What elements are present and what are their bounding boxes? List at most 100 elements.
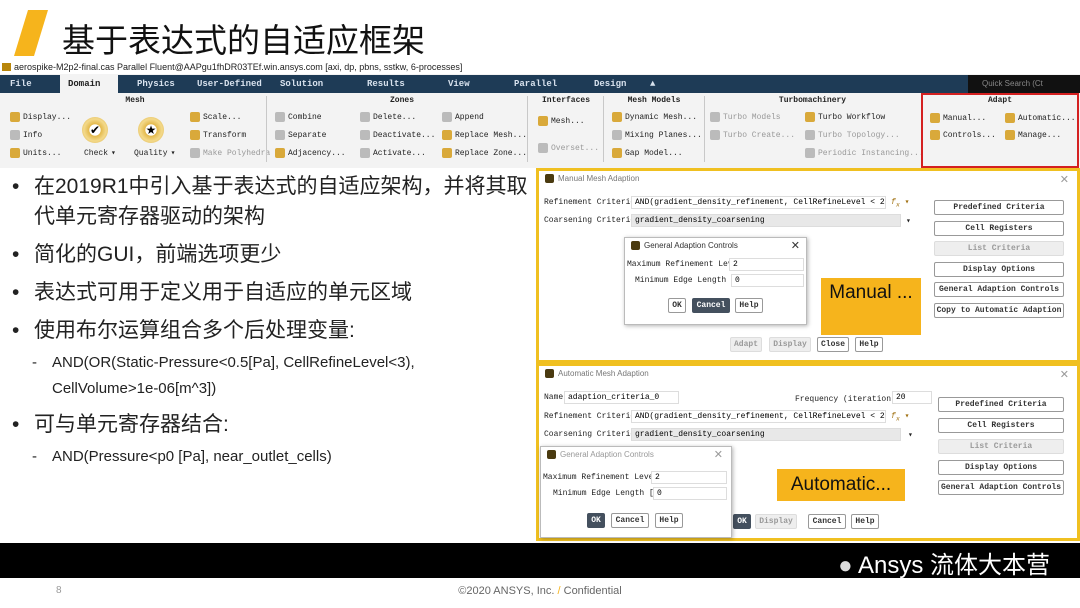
min-edge-length-input[interactable]: 0 xyxy=(653,487,727,500)
name-input[interactable]: adaption_criteria_0 xyxy=(564,391,679,404)
copy-to-automatic-button[interactable]: Copy to Automatic Adaption xyxy=(934,303,1064,318)
close-icon[interactable]: ✕ xyxy=(714,448,723,461)
tab-view[interactable]: View xyxy=(448,75,470,93)
tab-physics[interactable]: Physics xyxy=(137,75,175,93)
make-polyhedra-button[interactable]: Make Polyhedra xyxy=(190,148,270,158)
name-label: Name xyxy=(544,393,564,402)
turbo-models-checkbox[interactable]: Turbo Models xyxy=(710,112,781,122)
dropdown-arrow-icon[interactable]: ▾ xyxy=(906,216,911,226)
turbo-topology-button[interactable]: Turbo Topology... xyxy=(805,130,900,140)
label: Overset... xyxy=(551,143,600,153)
display-options-button[interactable]: Display Options xyxy=(938,460,1064,475)
tab-solution[interactable]: Solution xyxy=(280,75,323,93)
ansys-slash-logo xyxy=(14,10,48,56)
mixing-planes-button[interactable]: Mixing Planes... xyxy=(612,130,702,140)
display-button[interactable]: Display xyxy=(769,337,811,352)
predefined-criteria-button[interactable]: Predefined Criteria xyxy=(934,200,1064,215)
coarsening-criterion-select[interactable]: gradient_density_coarsening xyxy=(631,214,901,227)
title-text: General Adaption Controls xyxy=(560,450,654,459)
max-refinement-spinner[interactable]: 2 xyxy=(729,258,804,271)
collapse-ribbon-icon[interactable]: ▲ xyxy=(650,75,655,93)
close-icon[interactable]: ✕ xyxy=(1060,173,1069,186)
dynamic-mesh-button[interactable]: Dynamic Mesh... xyxy=(612,112,697,122)
help-button[interactable]: Help xyxy=(735,298,763,313)
adapt-manage-button[interactable]: Manage... xyxy=(1005,130,1061,140)
display-button[interactable]: Display... xyxy=(10,112,71,122)
cancel-button[interactable]: Cancel xyxy=(611,513,649,528)
adapt-controls-button[interactable]: Controls... xyxy=(930,130,996,140)
tab-design[interactable]: Design xyxy=(594,75,626,93)
label: Deactivate... xyxy=(373,130,436,140)
check-button[interactable]: Check ▾ xyxy=(84,148,116,159)
periodic-instancing-button[interactable]: Periodic Instancing... xyxy=(805,148,924,158)
tab-results[interactable]: Results xyxy=(367,75,405,93)
activate-button[interactable]: Activate... xyxy=(360,148,426,158)
ok-button[interactable]: OK xyxy=(587,513,605,528)
display-options-button[interactable]: Display Options xyxy=(934,262,1064,277)
list-criteria-button[interactable]: List Criteria xyxy=(938,439,1064,454)
turbo-workflow-button[interactable]: Turbo Workflow xyxy=(805,112,885,122)
adapt-automatic-button[interactable]: Automatic... xyxy=(1005,113,1076,123)
general-adaption-controls-button[interactable]: General Adaption Controls xyxy=(934,282,1064,297)
gap-model-button[interactable]: Gap Model... xyxy=(612,148,683,158)
combine-button[interactable]: Combine xyxy=(275,112,322,122)
replace-zone-button[interactable]: Replace Zone... xyxy=(442,148,527,158)
quick-search-input[interactable]: Quick Search (Ct xyxy=(968,75,1080,93)
help-button[interactable]: Help xyxy=(851,514,879,529)
adapt-button[interactable]: Adapt xyxy=(730,337,762,352)
dynamic-mesh-icon xyxy=(612,112,622,122)
dropdown-arrow-icon[interactable]: ▾ xyxy=(908,430,913,440)
frequency-spinner[interactable]: 20 xyxy=(892,391,932,404)
close-icon[interactable]: ✕ xyxy=(1060,368,1069,381)
scale-button[interactable]: Scale... xyxy=(190,112,241,122)
display-button[interactable]: Display xyxy=(755,514,797,529)
general-adaption-controls-button[interactable]: General Adaption Controls xyxy=(938,480,1064,495)
cancel-button[interactable]: Cancel xyxy=(692,298,730,313)
group-mesh-title: Mesh xyxy=(125,96,145,105)
transform-button[interactable]: Transform xyxy=(190,130,246,140)
deactivate-icon xyxy=(360,130,370,140)
replace-mesh-button[interactable]: Replace Mesh... xyxy=(442,130,527,140)
tab-file[interactable]: File xyxy=(10,75,32,93)
function-icon[interactable]: fx ▾ xyxy=(891,197,909,209)
label: Mesh... xyxy=(551,116,585,126)
help-button[interactable]: Help xyxy=(655,513,683,528)
adjacency-button[interactable]: Adjacency... xyxy=(275,148,346,158)
overset-button[interactable]: Overset... xyxy=(538,143,599,153)
ok-button[interactable]: OK xyxy=(733,514,751,529)
label: Units... xyxy=(23,148,62,158)
units-button[interactable]: Units... xyxy=(10,148,61,158)
refinement-criterion-input[interactable]: AND(gradient_density_refinement, CellRef… xyxy=(631,410,886,423)
turbo-create-button[interactable]: Turbo Create... xyxy=(710,130,795,140)
label: Separate xyxy=(288,130,327,140)
close-button[interactable]: Close xyxy=(817,337,849,352)
label: Quality xyxy=(134,148,168,158)
group-zones-title: Zones xyxy=(389,96,414,105)
ok-button[interactable]: OK xyxy=(668,298,686,313)
info-button[interactable]: Info xyxy=(10,130,42,140)
quality-button[interactable]: Quality ▾ xyxy=(134,148,175,159)
max-refinement-spinner[interactable]: 2 xyxy=(651,471,727,484)
coarsening-criterion-select[interactable]: gradient_density_coarsening xyxy=(631,428,901,441)
cell-registers-button[interactable]: Cell Registers xyxy=(934,221,1064,236)
separate-button[interactable]: Separate xyxy=(275,130,326,140)
refinement-criterion-input[interactable]: AND(gradient_density_refinement, CellRef… xyxy=(631,196,886,209)
predefined-criteria-button[interactable]: Predefined Criteria xyxy=(938,397,1064,412)
min-edge-length-input[interactable]: 0 xyxy=(731,274,804,287)
cell-registers-button[interactable]: Cell Registers xyxy=(938,418,1064,433)
coarsening-label: Coarsening Criterion xyxy=(544,430,641,439)
help-button[interactable]: Help xyxy=(855,337,883,352)
delete-button[interactable]: Delete... xyxy=(360,112,416,122)
deactivate-button[interactable]: Deactivate... xyxy=(360,130,435,140)
tab-domain[interactable]: Domain xyxy=(60,75,118,93)
tab-user-defined[interactable]: User-Defined xyxy=(197,75,262,93)
list-criteria-button[interactable]: List Criteria xyxy=(934,241,1064,256)
cancel-button[interactable]: Cancel xyxy=(808,514,846,529)
label: Replace Zone... xyxy=(455,148,528,158)
tab-parallel[interactable]: Parallel xyxy=(514,75,557,93)
adapt-manual-button[interactable]: Manual... xyxy=(930,113,986,123)
function-icon[interactable]: fx ▾ xyxy=(891,411,909,423)
append-button[interactable]: Append xyxy=(442,112,484,122)
interfaces-mesh-button[interactable]: Mesh... xyxy=(538,116,585,126)
close-icon[interactable]: ✕ xyxy=(791,239,800,252)
